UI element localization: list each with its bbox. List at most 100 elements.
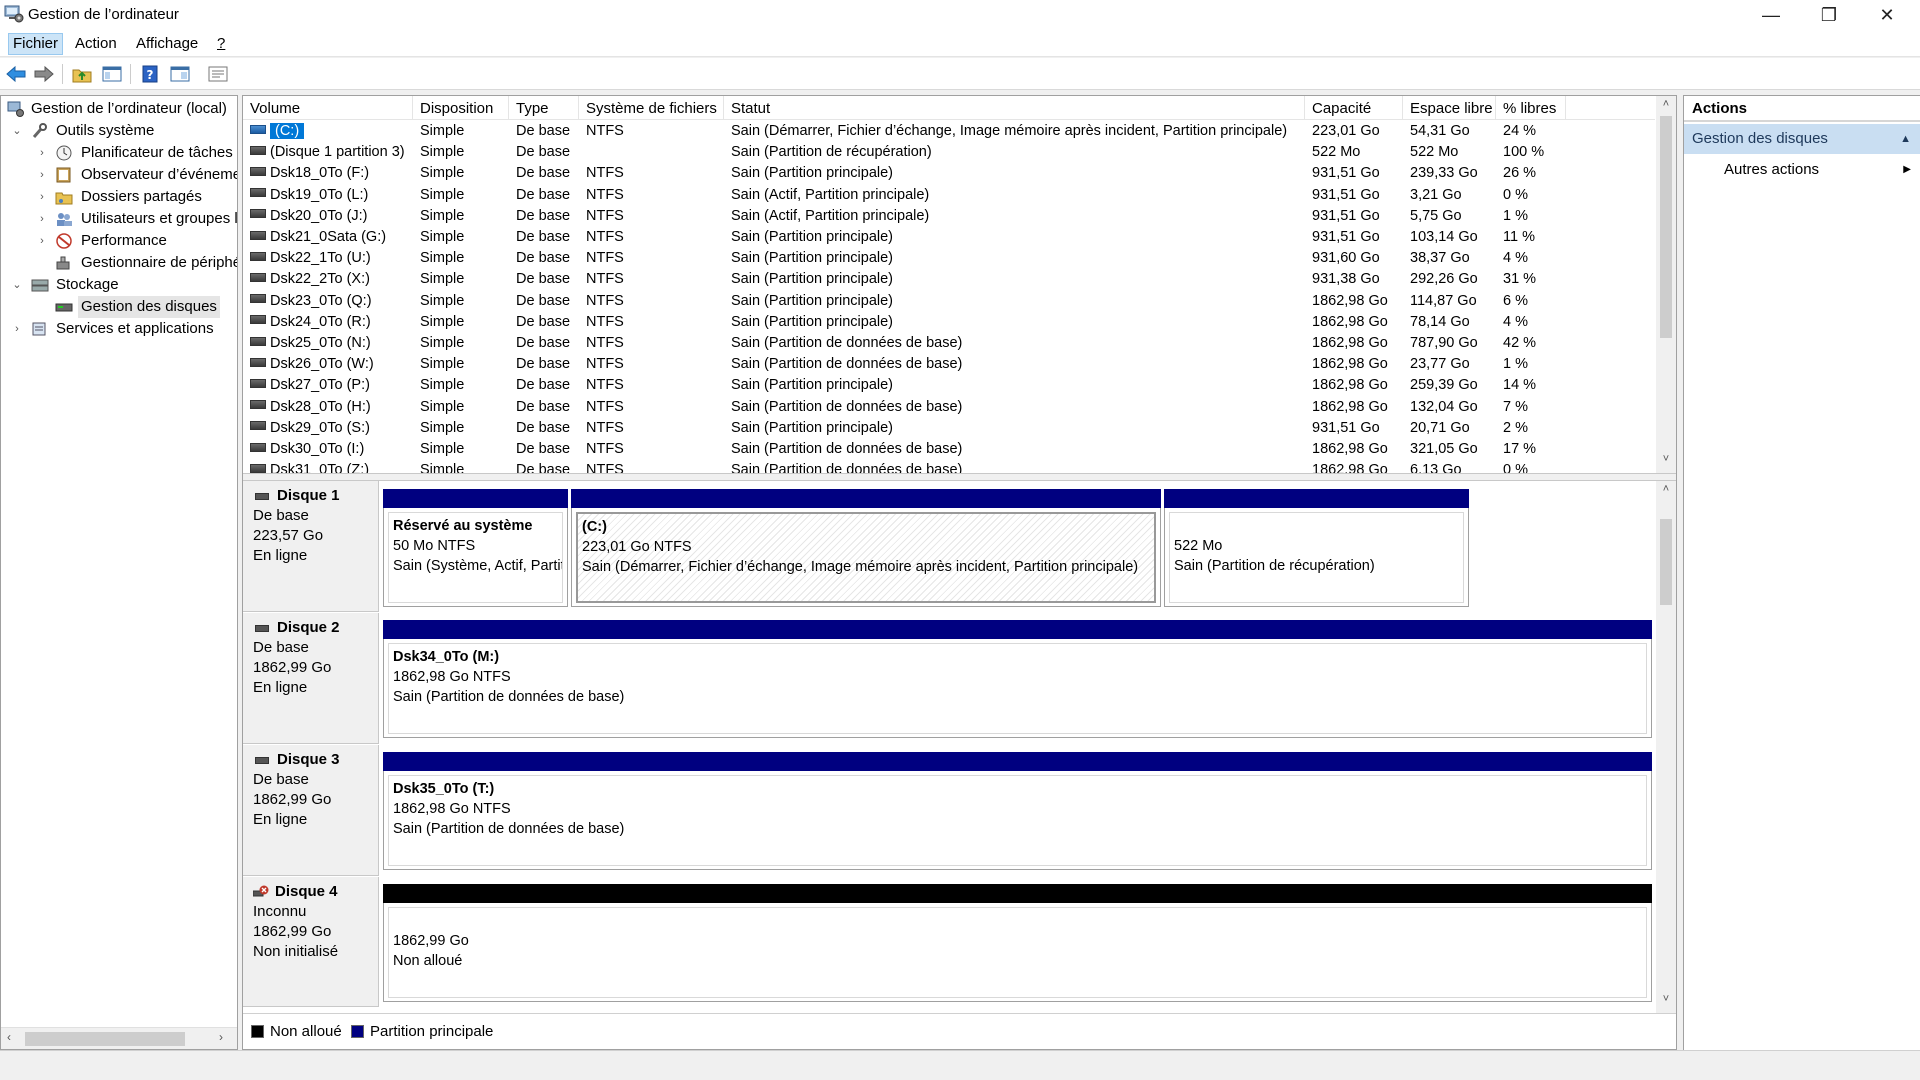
volume-row[interactable]: Dsk22_2To (X:) Simple De base NTFS Sain (Par… — [243, 269, 1655, 290]
scroll-down-icon[interactable]: ˅ — [1656, 993, 1676, 1005]
column-header-filesystem[interactable]: Système de fichiers — [579, 96, 724, 120]
disk-info[interactable]: Disque 3 De base 1862,99 Go En ligne — [243, 745, 379, 876]
volume-row[interactable]: (C:) Simple De base NTFS Sain (Démarrer, Fic… — [243, 121, 1655, 142]
menu-fichier[interactable]: Fichier — [8, 33, 64, 55]
column-header-pct-libres[interactable]: % libres — [1496, 96, 1566, 120]
volume-row[interactable]: Dsk28_0To (H:) Simple De base NTFS Sain (Par… — [243, 397, 1655, 418]
cell-pct-libres: 0 % — [1503, 186, 1528, 203]
actions-pane: Actions Gestion des disques ▲ Autres act… — [1683, 95, 1920, 1050]
partition-unallocated[interactable]: 1862,99 Go Non alloué — [383, 884, 1652, 1002]
tree-root-label: Gestion de l’ordinateur (local) — [31, 100, 227, 117]
volume-row[interactable]: Dsk23_0To (Q:) Simple De base NTFS Sain (Par… — [243, 291, 1655, 312]
disk-graph-scrollbar[interactable]: ˄ ˅ — [1656, 481, 1676, 1013]
volume-name: Dsk24_0To (R:) — [270, 313, 371, 330]
volume-row[interactable]: Dsk22_1To (U:) Simple De base NTFS Sain (Par… — [243, 248, 1655, 269]
tree-item-outils-systeme[interactable]: ⌄ Outils système — [1, 120, 237, 142]
scroll-right-icon[interactable]: › — [219, 1030, 223, 1044]
tree-horizontal-scrollbar[interactable]: ‹ › — [1, 1027, 237, 1049]
toolbar-separator — [130, 64, 131, 84]
disk-info[interactable]: Disque 4 Inconnu 1862,99 Go Non initiali… — [243, 877, 379, 1007]
column-header-volume[interactable]: Volume — [243, 96, 413, 120]
partition-recuperation[interactable]: 522 Mo Sain (Partition de récupération) — [1164, 489, 1469, 607]
partition-dsk35[interactable]: Dsk35_0To (T:) 1862,98 Go NTFS Sain (Par… — [383, 752, 1652, 870]
volume-row[interactable]: Dsk31_0To (Z:) Simple De base NTFS Sain (Par… — [243, 460, 1655, 473]
tree-item-gestion-disques[interactable]: Gestion des disques — [1, 296, 237, 318]
tree-item-planificateur[interactable]: › Planificateur de tâches — [1, 142, 237, 164]
cell-type: De base — [516, 186, 571, 203]
minimize-button[interactable]: — — [1742, 0, 1800, 30]
volume-list-scrollbar[interactable]: ˄ ˅ — [1656, 96, 1676, 473]
scroll-down-icon[interactable]: ˅ — [1656, 453, 1676, 465]
disk-info[interactable]: Disque 1 De base 223,57 Go En ligne — [243, 481, 379, 612]
volume-row[interactable]: Dsk18_0To (F:) Simple De base NTFS Sain (Par… — [243, 163, 1655, 184]
cell-pct-libres: 1 % — [1503, 207, 1528, 224]
actions-section-gestion-disques[interactable]: Gestion des disques ▲ — [1684, 124, 1920, 154]
scroll-left-icon[interactable]: ‹ — [7, 1030, 11, 1044]
column-header-espace-libre[interactable]: Espace libre — [1403, 96, 1496, 120]
partition-c[interactable]: (C:) 223,01 Go NTFS Sain (Démarrer, Fich… — [571, 489, 1161, 607]
volume-row[interactable]: Dsk29_0To (S:) Simple De base NTFS Sain (Par… — [243, 418, 1655, 439]
volume-row[interactable]: Dsk24_0To (R:) Simple De base NTFS Sain (Par… — [243, 312, 1655, 333]
expand-chevron-icon[interactable]: › — [36, 164, 48, 186]
scrollbar-thumb[interactable] — [25, 1032, 185, 1046]
cell-pct-libres: 0 % — [1503, 462, 1528, 473]
disk-header: Disque 4 — [253, 882, 378, 902]
partition-reserve-systeme[interactable]: Réservé au système 50 Mo NTFS Sain (Syst… — [383, 489, 568, 607]
expand-chevron-icon[interactable]: › — [36, 142, 48, 164]
column-header-disposition[interactable]: Disposition — [413, 96, 509, 120]
cell-capacite: 931,51 Go — [1312, 186, 1380, 203]
tree-item-performance[interactable]: › Performance — [1, 230, 237, 252]
tree-item-label: Outils système — [56, 122, 155, 139]
column-header-capacite[interactable]: Capacité — [1305, 96, 1403, 120]
expand-chevron-icon[interactable]: › — [36, 208, 48, 230]
disk-info[interactable]: Disque 2 De base 1862,99 Go En ligne — [243, 613, 379, 744]
volume-row[interactable]: Dsk26_0To (W:) Simple De base NTFS Sain (Par… — [243, 354, 1655, 375]
menu-action[interactable]: Action — [71, 33, 121, 55]
scrollbar-thumb[interactable] — [1660, 116, 1672, 338]
properties-icon[interactable] — [168, 63, 192, 85]
expand-chevron-icon[interactable]: › — [11, 318, 23, 340]
scroll-up-icon[interactable]: ˄ — [1656, 98, 1676, 110]
tree-item-utilisateurs[interactable]: › Utilisateurs et groupes locaux — [1, 208, 237, 230]
volume-row[interactable]: Dsk19_0To (L:) Simple De base NTFS Sain (Act… — [243, 185, 1655, 206]
performance-icon — [56, 233, 72, 249]
menu-help[interactable]: ? — [213, 33, 229, 55]
volume-row[interactable]: Dsk25_0To (N:) Simple De base NTFS Sain (Par… — [243, 333, 1655, 354]
column-header-type[interactable]: Type — [509, 96, 579, 120]
pane-splitter[interactable] — [243, 473, 1676, 481]
forward-arrow-icon[interactable] — [32, 63, 56, 85]
volume-row[interactable]: Dsk21_0Sata (G:) Simple De base NTFS Sain (P… — [243, 227, 1655, 248]
tree-item-gestionnaire-peripheriques[interactable]: Gestionnaire de périphériques — [1, 252, 237, 274]
tree-item-stockage[interactable]: ⌄ Stockage — [1, 274, 237, 296]
cell-filesystem: NTFS — [586, 229, 624, 245]
volume-row[interactable]: Dsk20_0To (J:) Simple De base NTFS Sain (Act… — [243, 206, 1655, 227]
collapse-caret-icon[interactable]: ▲ — [1900, 124, 1911, 154]
back-arrow-icon[interactable] — [4, 63, 28, 85]
up-folder-icon[interactable] — [70, 63, 94, 85]
scrollbar-thumb[interactable] — [1660, 519, 1672, 605]
tree-item-observateur[interactable]: › Observateur d’événements — [1, 164, 237, 186]
volume-row[interactable]: Dsk30_0To (I:) Simple De base NTFS Sain (Par… — [243, 439, 1655, 460]
tree-item-services[interactable]: › Services et applications — [1, 318, 237, 340]
view-icon[interactable] — [206, 63, 230, 85]
volume-row[interactable]: (Disque 1 partition 3) Simple De base Sain … — [243, 142, 1655, 163]
volume-row[interactable]: Dsk27_0To (P:) Simple De base NTFS Sain (Par… — [243, 375, 1655, 396]
partition-dsk34[interactable]: Dsk34_0To (M:) 1862,98 Go NTFS Sain (Par… — [383, 620, 1652, 738]
tree-item-label: Utilisateurs et groupes locaux — [81, 210, 237, 227]
show-hide-tree-icon[interactable] — [100, 63, 124, 85]
scroll-up-icon[interactable]: ˄ — [1656, 483, 1676, 495]
help-icon[interactable]: ? — [138, 63, 162, 85]
column-header-statut[interactable]: Statut — [724, 96, 1305, 120]
close-button[interactable]: ✕ — [1858, 0, 1916, 30]
menu-affichage[interactable]: Affichage — [132, 33, 202, 55]
cell-disposition: Simple — [420, 250, 465, 267]
actions-item-autres-actions[interactable]: Autres actions ▶ — [1684, 156, 1920, 184]
expand-chevron-icon[interactable]: ⌄ — [11, 120, 23, 142]
restore-button[interactable]: ❐ — [1800, 0, 1858, 30]
expand-chevron-icon[interactable]: › — [36, 230, 48, 252]
tree-item-dossiers-partages[interactable]: › Dossiers partagés — [1, 186, 237, 208]
expand-chevron-icon[interactable]: ⌄ — [11, 274, 23, 296]
legend: Non alloué Partition principale — [243, 1013, 1676, 1049]
tree-root[interactable]: Gestion de l’ordinateur (local) — [1, 98, 237, 120]
expand-chevron-icon[interactable]: › — [36, 186, 48, 208]
